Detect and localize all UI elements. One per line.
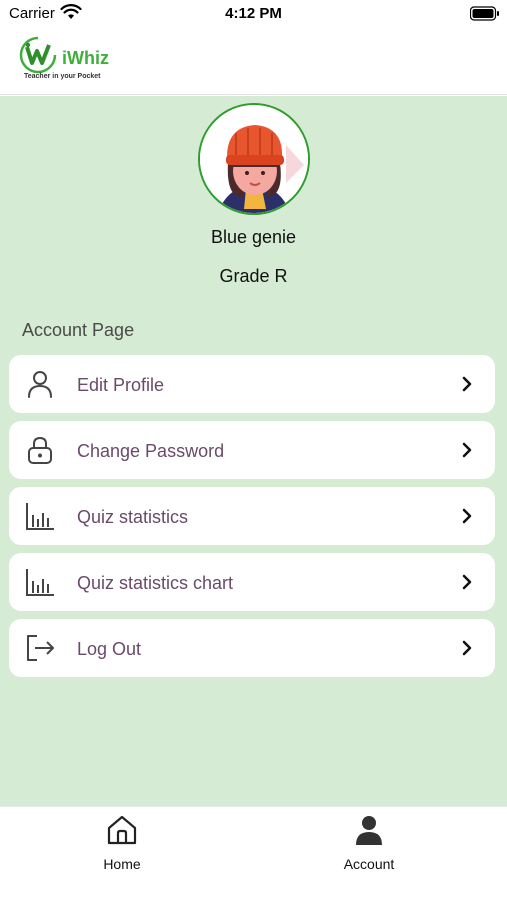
chevron-right-icon [462, 376, 472, 392]
tab-bar: Home Account [0, 806, 507, 900]
logo-tagline: Teacher in your Pocket [24, 73, 101, 80]
chevron-right-icon [462, 640, 472, 656]
avatar[interactable] [198, 103, 310, 215]
menu-item-label: Change Password [77, 441, 225, 461]
bar-chart-icon [26, 569, 54, 596]
quiz-statistics-item[interactable]: Quiz statistics [9, 487, 495, 545]
tab-home[interactable]: Home [47, 807, 197, 887]
menu-item-label: Quiz statistics [77, 507, 189, 527]
iwhiz-logo-icon [19, 36, 57, 74]
bar-chart-icon [26, 503, 54, 530]
app-logo: iWhiz Teacher in your Pocket [18, 35, 118, 87]
lock-icon [28, 436, 52, 464]
person-icon [28, 371, 52, 398]
tab-label: Home [103, 856, 141, 872]
avatar-illustration [200, 105, 308, 213]
chevron-right-icon [462, 442, 472, 458]
logo-name: iWhiz [62, 48, 109, 68]
log-out-item[interactable]: Log Out [9, 619, 495, 677]
section-title: Account Page [22, 320, 135, 340]
status-time: 4:12 PM [225, 5, 282, 22]
profile-name: Blue genie [210, 227, 297, 247]
chevron-right-icon [462, 574, 472, 590]
menu-item-label: Edit Profile [77, 375, 165, 395]
menu-item-label: Log Out [77, 639, 142, 659]
quiz-statistics-chart-item[interactable]: Quiz statistics chart [9, 553, 495, 611]
tab-account[interactable]: Account [294, 807, 444, 887]
tab-label: Account [343, 856, 395, 872]
status-bar: Carrier 4:12 PM [0, 0, 507, 28]
profile-grade: Grade R [219, 266, 288, 286]
home-icon [107, 815, 137, 845]
account-content: Blue genie Grade R Account Page Edit Pro… [0, 96, 507, 806]
account-menu: Edit Profile Change Password Quiz statis… [9, 355, 495, 685]
logout-icon [27, 635, 54, 661]
app-header: iWhiz Teacher in your Pocket [0, 28, 507, 95]
battery-icon [470, 6, 499, 21]
account-icon [356, 816, 382, 845]
edit-profile-item[interactable]: Edit Profile [9, 355, 495, 413]
chevron-right-icon [462, 508, 472, 524]
change-password-item[interactable]: Change Password [9, 421, 495, 479]
menu-item-label: Quiz statistics chart [77, 573, 234, 593]
